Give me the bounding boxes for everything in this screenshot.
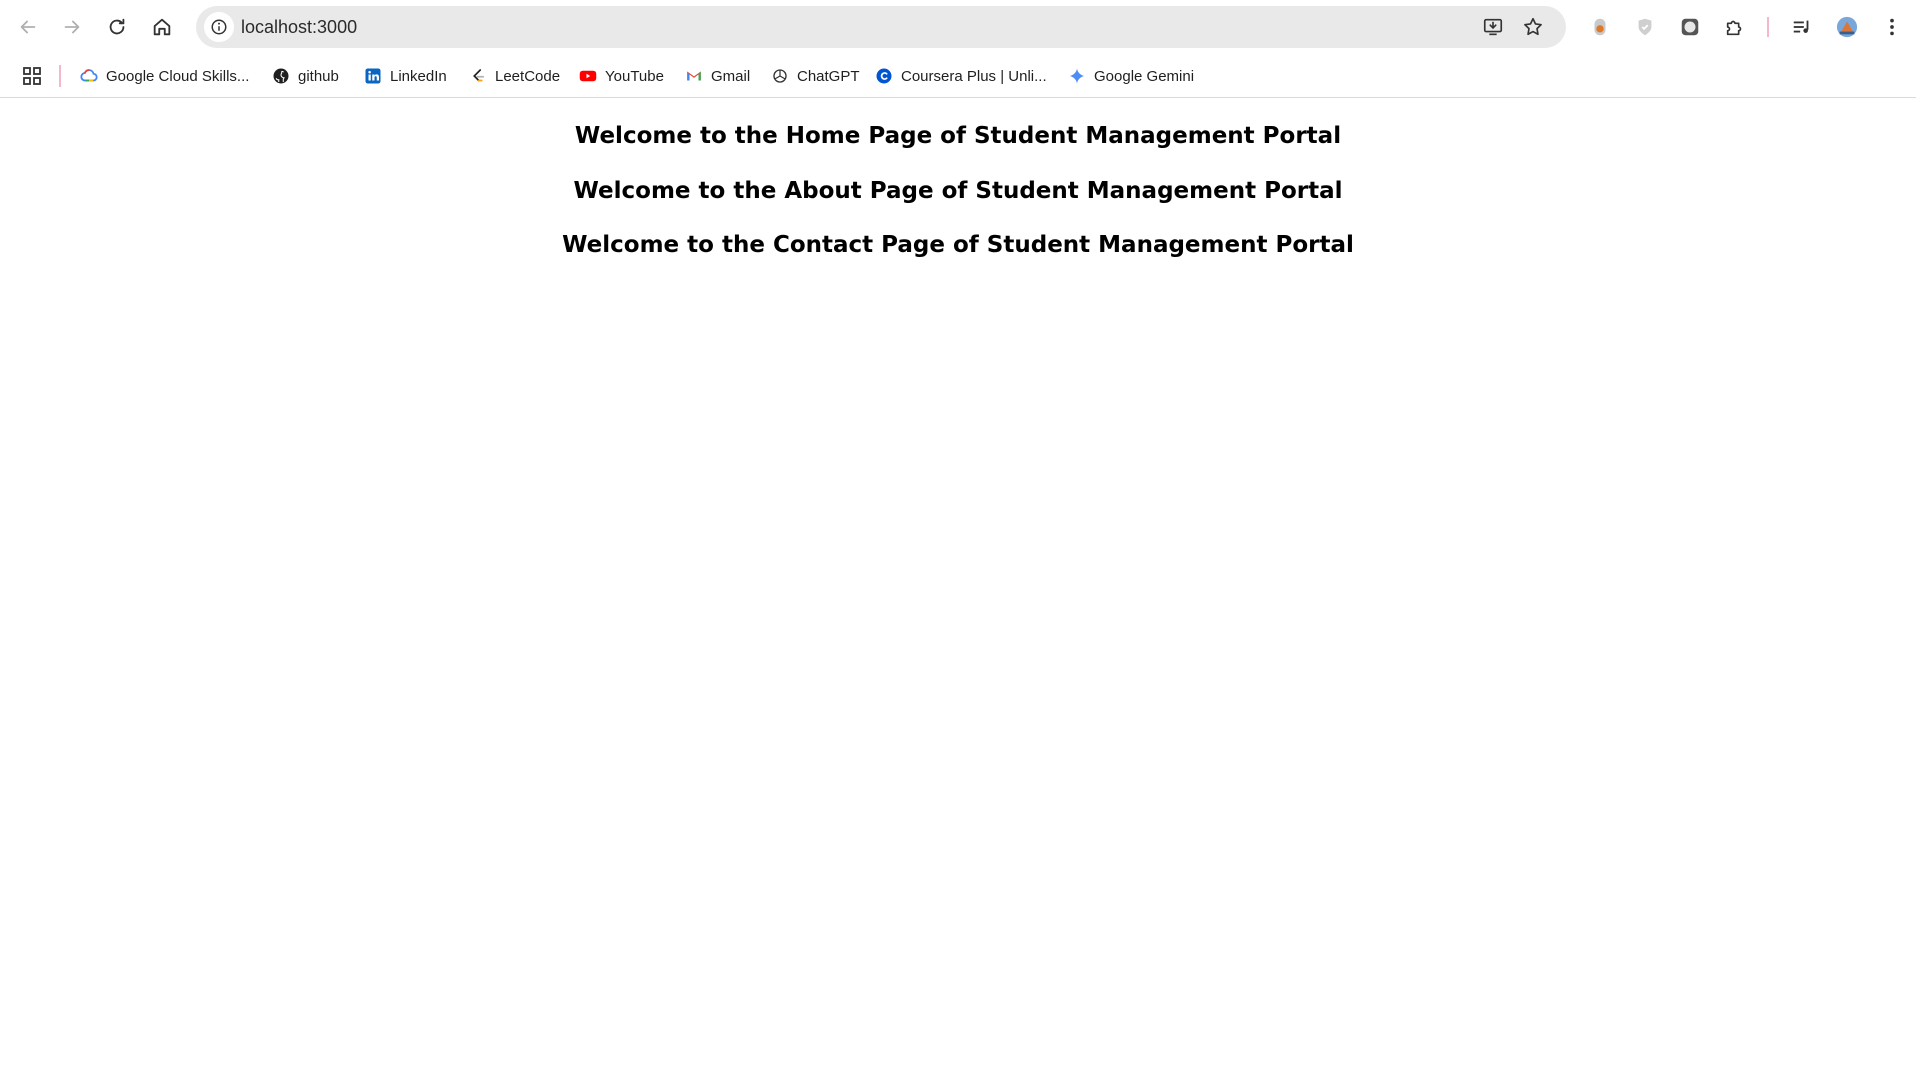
extensions-button[interactable]: [1718, 10, 1752, 44]
bookmark-label: Google Cloud Skills...: [106, 67, 250, 85]
menu-button[interactable]: [1875, 10, 1909, 44]
bookmark-label: LinkedIn: [390, 67, 447, 85]
profile-avatar-icon: [1836, 16, 1858, 38]
forward-icon: [64, 20, 80, 34]
extension-shield-icon: [1638, 18, 1652, 36]
bookmark-label: Coursera Plus | Unli...: [901, 67, 1047, 85]
browser-toolbar: localhost:3000: [0, 0, 1916, 54]
install-icon: [1483, 18, 1503, 36]
gmail-icon: [687, 71, 701, 81]
bookmarks-bar: Google Cloud Skills... github LinkedIn L…: [0, 54, 1916, 98]
reload-icon: [109, 18, 125, 35]
address-bar[interactable]: localhost:3000: [196, 6, 1566, 48]
forward-button[interactable]: [53, 8, 91, 46]
media-button[interactable]: [1785, 10, 1819, 44]
back-button[interactable]: [9, 8, 47, 46]
puzzle-icon: [1726, 20, 1742, 36]
linkedin-icon: [365, 68, 381, 84]
apps-button[interactable]: [18, 62, 46, 90]
extension-square-icon: [1681, 18, 1699, 36]
youtube-icon: [579, 70, 597, 82]
install-app-button[interactable]: [1478, 12, 1508, 42]
bookmark-label: ChatGPT: [797, 67, 860, 85]
url-text[interactable]: localhost:3000: [241, 17, 357, 38]
browser-window: localhost:3000 Google Cloud Skills... gi…: [0, 0, 1916, 1085]
bookmark-label: Gmail: [711, 67, 751, 85]
home-button[interactable]: [143, 8, 181, 46]
google-cloud-icon: [80, 69, 98, 82]
bookmark-chatgpt[interactable]: ChatGPT: [771, 63, 860, 89]
bookmark-label: github: [298, 67, 339, 85]
bookmark-gemini[interactable]: Google Gemini: [1068, 63, 1194, 89]
apps-grid-icon: [23, 67, 41, 85]
bookmark-label: Google Gemini: [1094, 67, 1195, 85]
page-content: Welcome to the Home Page of Student Mana…: [0, 99, 1916, 1085]
home-heading: Welcome to the Home Page of Student Mana…: [574, 123, 1342, 149]
bookmark-youtube[interactable]: YouTube: [579, 63, 664, 89]
bookmark-gmail[interactable]: Gmail: [685, 63, 750, 89]
extension-square-button[interactable]: [1673, 10, 1707, 44]
bookmark-label: YouTube: [605, 67, 664, 85]
bookmark-star-button[interactable]: [1518, 12, 1548, 42]
site-info-button[interactable]: [204, 12, 234, 42]
coursera-icon: [876, 68, 892, 84]
extension-orange-icon: [1594, 18, 1606, 36]
gemini-icon: [1069, 68, 1085, 84]
leetcode-icon: [473, 69, 485, 82]
info-icon: [211, 19, 227, 35]
contact-heading: Welcome to the Contact Page of Student M…: [562, 232, 1354, 258]
bookmark-label: LeetCode: [495, 67, 561, 85]
bookmark-google-cloud[interactable]: Google Cloud Skills...: [80, 63, 249, 89]
about-heading: Welcome to the About Page of Student Man…: [573, 178, 1343, 204]
star-icon: [1524, 17, 1542, 36]
extension-orange-button[interactable]: [1583, 10, 1617, 44]
bookmark-linkedin[interactable]: LinkedIn: [364, 63, 447, 89]
home-icon: [153, 18, 171, 36]
profile-avatar[interactable]: [1830, 10, 1864, 44]
toolbar-separator: [1767, 17, 1769, 37]
github-icon: [273, 68, 289, 84]
extension-shield-button[interactable]: [1628, 10, 1662, 44]
media-icon: [1793, 20, 1809, 33]
bookmark-coursera[interactable]: Coursera Plus | Unli...: [875, 63, 1047, 89]
bookmarks-separator: [59, 65, 61, 87]
reload-button[interactable]: [98, 8, 136, 46]
bookmark-leetcode[interactable]: LeetCode: [469, 63, 560, 89]
back-icon: [20, 20, 36, 34]
chatgpt-icon: [773, 69, 787, 83]
bookmark-github[interactable]: github: [272, 63, 339, 89]
menu-icon: [1890, 18, 1894, 36]
